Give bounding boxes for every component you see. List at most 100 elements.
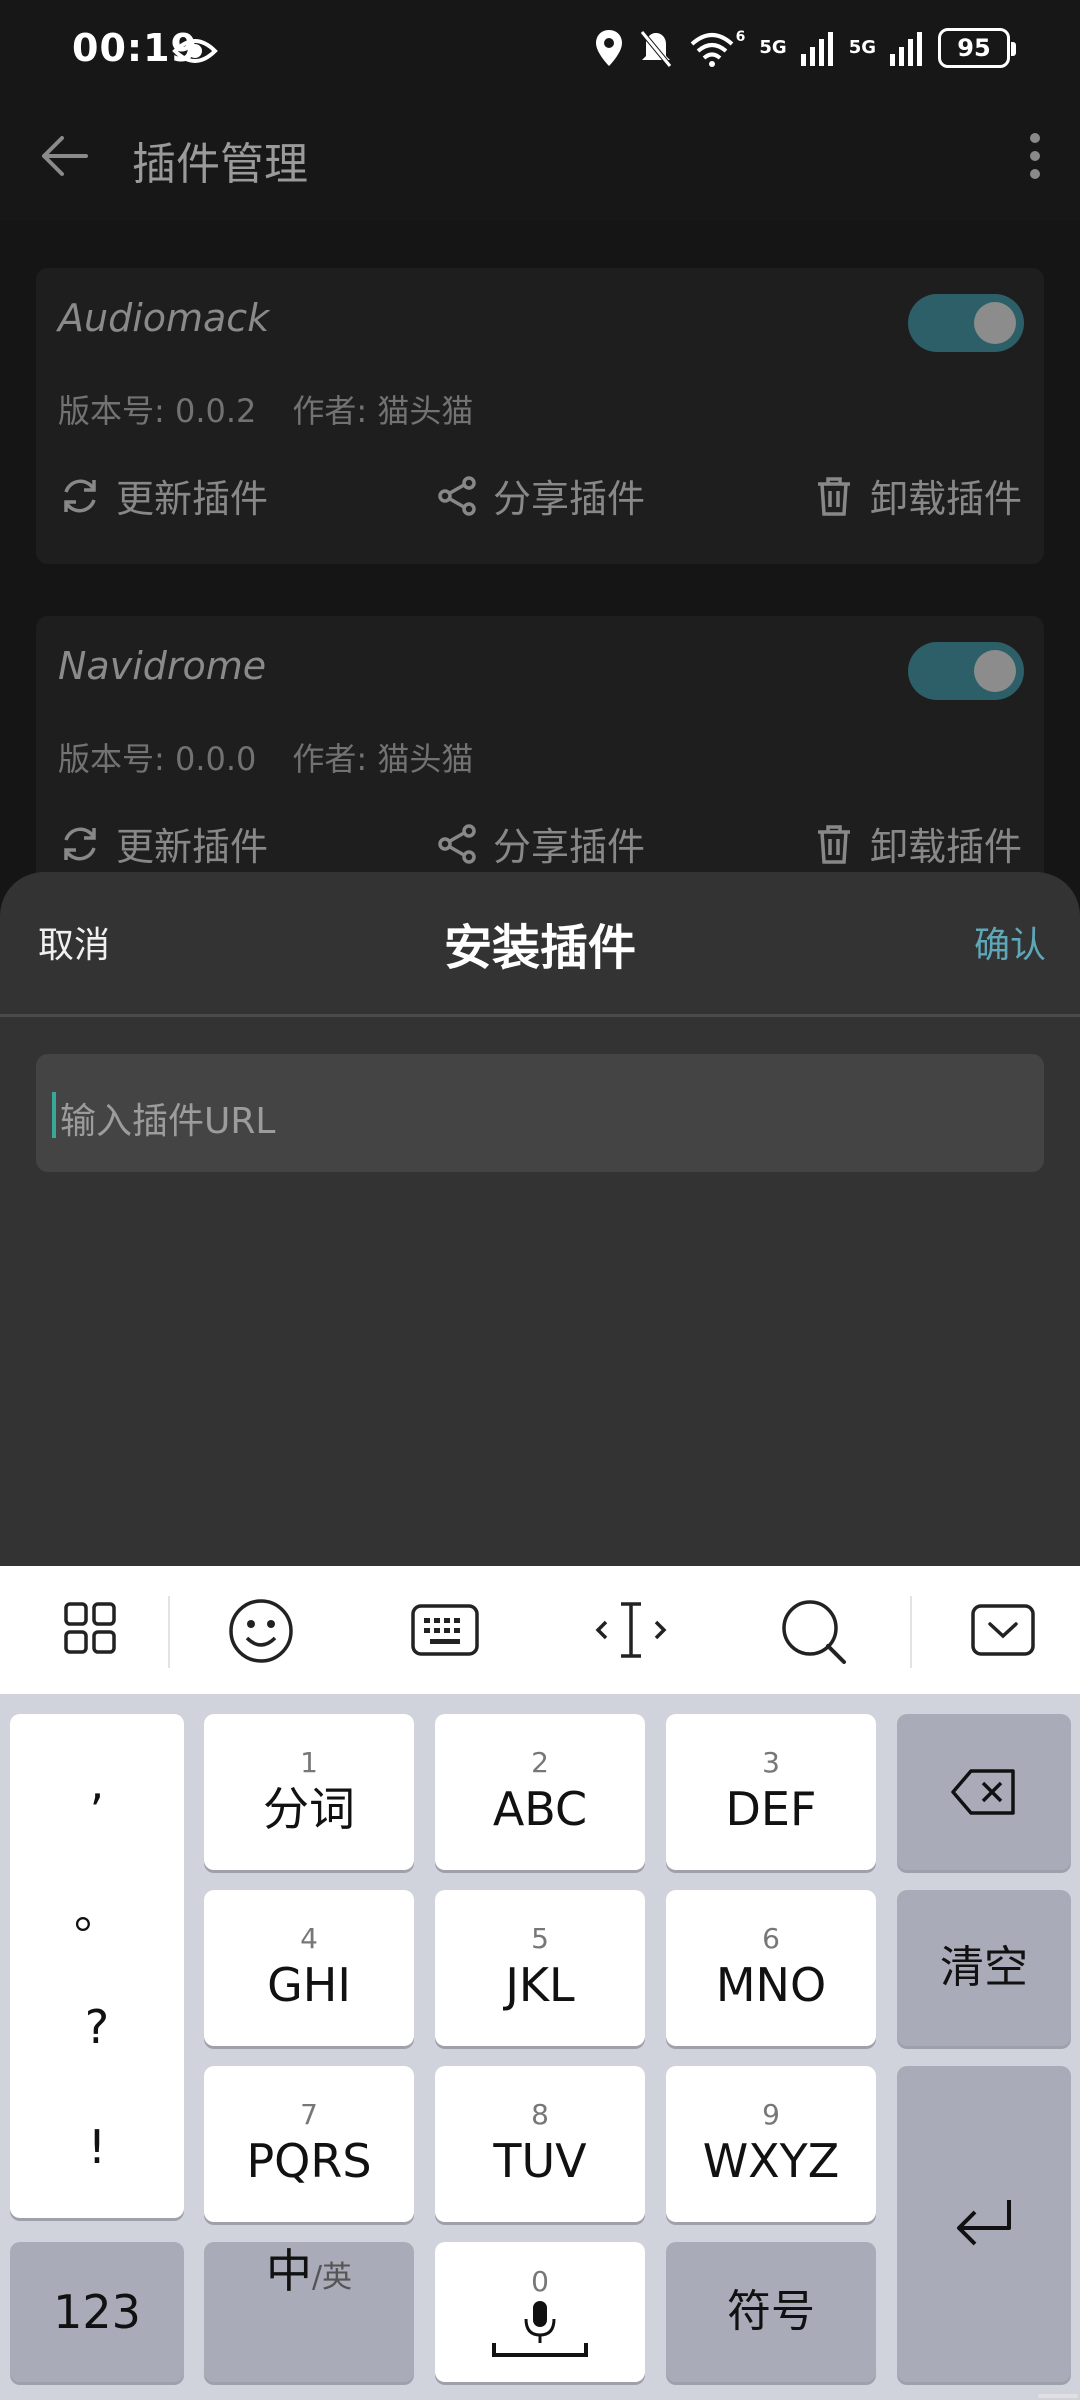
share-plugin-button[interactable]: 分享插件 (435, 468, 645, 523)
plugin-enable-toggle[interactable] (908, 642, 1024, 700)
signal-icon (890, 32, 922, 66)
key-6[interactable]: 6 MNO (666, 1890, 876, 2046)
plugin-card: Audiomack 版本号: 0.0.2 作者: 猫头猫 更新插件 分享插件 卸… (36, 268, 1044, 564)
hide-keyboard-icon[interactable] (970, 1598, 1036, 1662)
space-number: 0 (531, 2265, 549, 2298)
plugin-author: 作者: 猫头猫 (292, 740, 474, 778)
punct-key-question[interactable]: ? (10, 2000, 184, 2054)
toggle-knob (974, 302, 1016, 344)
clear-key[interactable]: 清空 (897, 1890, 1071, 2046)
punct-key-exclaim[interactable]: ! (10, 2120, 184, 2174)
key-8[interactable]: 8 TUV (435, 2066, 645, 2222)
toolbar-divider (168, 1596, 170, 1668)
network-type-1: 5G (759, 37, 787, 58)
key-7[interactable]: 7 PQRS (204, 2066, 414, 2222)
uninstall-plugin-button[interactable]: 卸载插件 (812, 468, 1022, 523)
share-plugin-label: 分享插件 (492, 825, 645, 869)
emoji-icon[interactable] (226, 1598, 296, 1664)
more-vert-icon[interactable] (1020, 126, 1050, 186)
plugin-name: Navidrome (58, 644, 267, 688)
toolbar-divider (910, 1596, 912, 1668)
share-icon (438, 823, 476, 864)
key-5[interactable]: 5 JKL (435, 1890, 645, 2046)
language-sub-label: /英 (311, 2260, 353, 2295)
key-label: PQRS (246, 2134, 372, 2188)
key-number: 7 (300, 2098, 318, 2131)
signal-icon (800, 32, 833, 66)
update-plugin-button[interactable]: 更新插件 (58, 468, 268, 523)
back-arrow-icon[interactable] (36, 128, 92, 184)
key-label: WXYZ (702, 2134, 840, 2188)
apps-grid-icon[interactable] (62, 1598, 118, 1662)
plugin-version: 版本号: 0.0.0 (58, 740, 257, 778)
trash-icon (817, 824, 850, 864)
plugin-actions: 更新插件 分享插件 卸载插件 (58, 816, 1022, 871)
page-title: 插件管理 (132, 139, 308, 190)
sheet-header: 取消 安装插件 确认 (0, 872, 1080, 1017)
trash-icon (817, 476, 850, 516)
key-number: 8 (531, 2098, 549, 2131)
plugin-meta: 版本号: 0.0.2 作者: 猫头猫 (58, 386, 473, 432)
share-icon (438, 475, 476, 516)
share-plugin-button[interactable]: 分享插件 (435, 816, 645, 871)
key-label: 分词 (263, 1782, 355, 1836)
refresh-icon (64, 479, 96, 512)
network-type-2: 5G (848, 37, 876, 58)
punct-key-comma[interactable]: , (10, 1756, 184, 1810)
uninstall-plugin-label: 卸载插件 (869, 825, 1022, 869)
punctuation-column[interactable]: , 。 ? ! (10, 1714, 184, 2218)
enter-icon (957, 2200, 1011, 2246)
app-bar: 插件管理 (0, 100, 1080, 220)
plugin-author: 作者: 猫头猫 (292, 392, 474, 430)
confirm-button[interactable]: 确认 (974, 916, 1046, 968)
plugin-meta: 版本号: 0.0.0 作者: 猫头猫 (58, 734, 473, 780)
enter-key[interactable] (897, 2066, 1071, 2382)
battery-icon: 95 (938, 28, 1016, 68)
status-bar: 00:19 6 5G 5G 95 (0, 0, 1080, 100)
key-label: DEF (725, 1782, 817, 1836)
numeric-switch-key[interactable]: 123 (10, 2242, 184, 2382)
key-number: 1 (300, 1746, 318, 1779)
key-label: JKL (505, 1958, 575, 2012)
key-label: MNO (715, 1958, 827, 2012)
plugin-card: Navidrome 版本号: 0.0.0 作者: 猫头猫 更新插件 分享插件 卸… (36, 616, 1044, 912)
update-plugin-label: 更新插件 (116, 477, 269, 521)
backspace-icon (951, 1769, 1015, 1815)
wifi-icon (690, 33, 733, 67)
key-4[interactable]: 4 GHI (204, 1890, 414, 2046)
keyboard-layout-icon[interactable] (410, 1598, 480, 1662)
key-number: 3 (762, 1746, 780, 1779)
microphone-icon (492, 2301, 588, 2357)
language-switch-key[interactable]: 中 /英 (204, 2242, 414, 2382)
key-9[interactable]: 9 WXYZ (666, 2066, 876, 2222)
key-3[interactable]: 3 DEF (666, 1714, 876, 1870)
key-number: 9 (762, 2098, 780, 2131)
key-2[interactable]: 2 ABC (435, 1714, 645, 1870)
uninstall-plugin-button[interactable]: 卸载插件 (812, 816, 1022, 871)
punct-key-period[interactable]: 。 (10, 1876, 184, 1942)
battery-level: 95 (957, 34, 991, 62)
clear-key-label: 清空 (940, 1942, 1028, 1993)
update-plugin-button[interactable]: 更新插件 (58, 816, 268, 871)
update-plugin-label: 更新插件 (116, 825, 269, 869)
key-number: 5 (531, 1922, 549, 1955)
url-input-placeholder: 输入插件URL (60, 1101, 276, 1142)
uninstall-plugin-label: 卸载插件 (869, 477, 1022, 521)
plugin-url-input[interactable]: 输入插件URL (36, 1054, 1044, 1172)
bell-off-icon (639, 30, 672, 68)
wifi-badge: 6 (735, 29, 746, 45)
key-label: ABC (492, 1782, 588, 1836)
keyboard-toolbar (0, 1566, 1080, 1694)
space-key[interactable]: 0 (435, 2242, 645, 2382)
share-plugin-label: 分享插件 (492, 477, 645, 521)
backspace-key[interactable] (897, 1714, 1071, 1870)
symbols-key[interactable]: 符号 (666, 2242, 876, 2382)
plugin-enable-toggle[interactable] (908, 294, 1024, 352)
key-1[interactable]: 1 分词 (204, 1714, 414, 1870)
key-number: 4 (300, 1922, 318, 1955)
cursor-move-icon[interactable] (594, 1598, 668, 1662)
location-icon (595, 30, 622, 66)
plugin-actions: 更新插件 分享插件 卸载插件 (58, 468, 1022, 523)
search-icon[interactable] (780, 1598, 850, 1668)
plugin-version: 版本号: 0.0.2 (58, 392, 257, 430)
